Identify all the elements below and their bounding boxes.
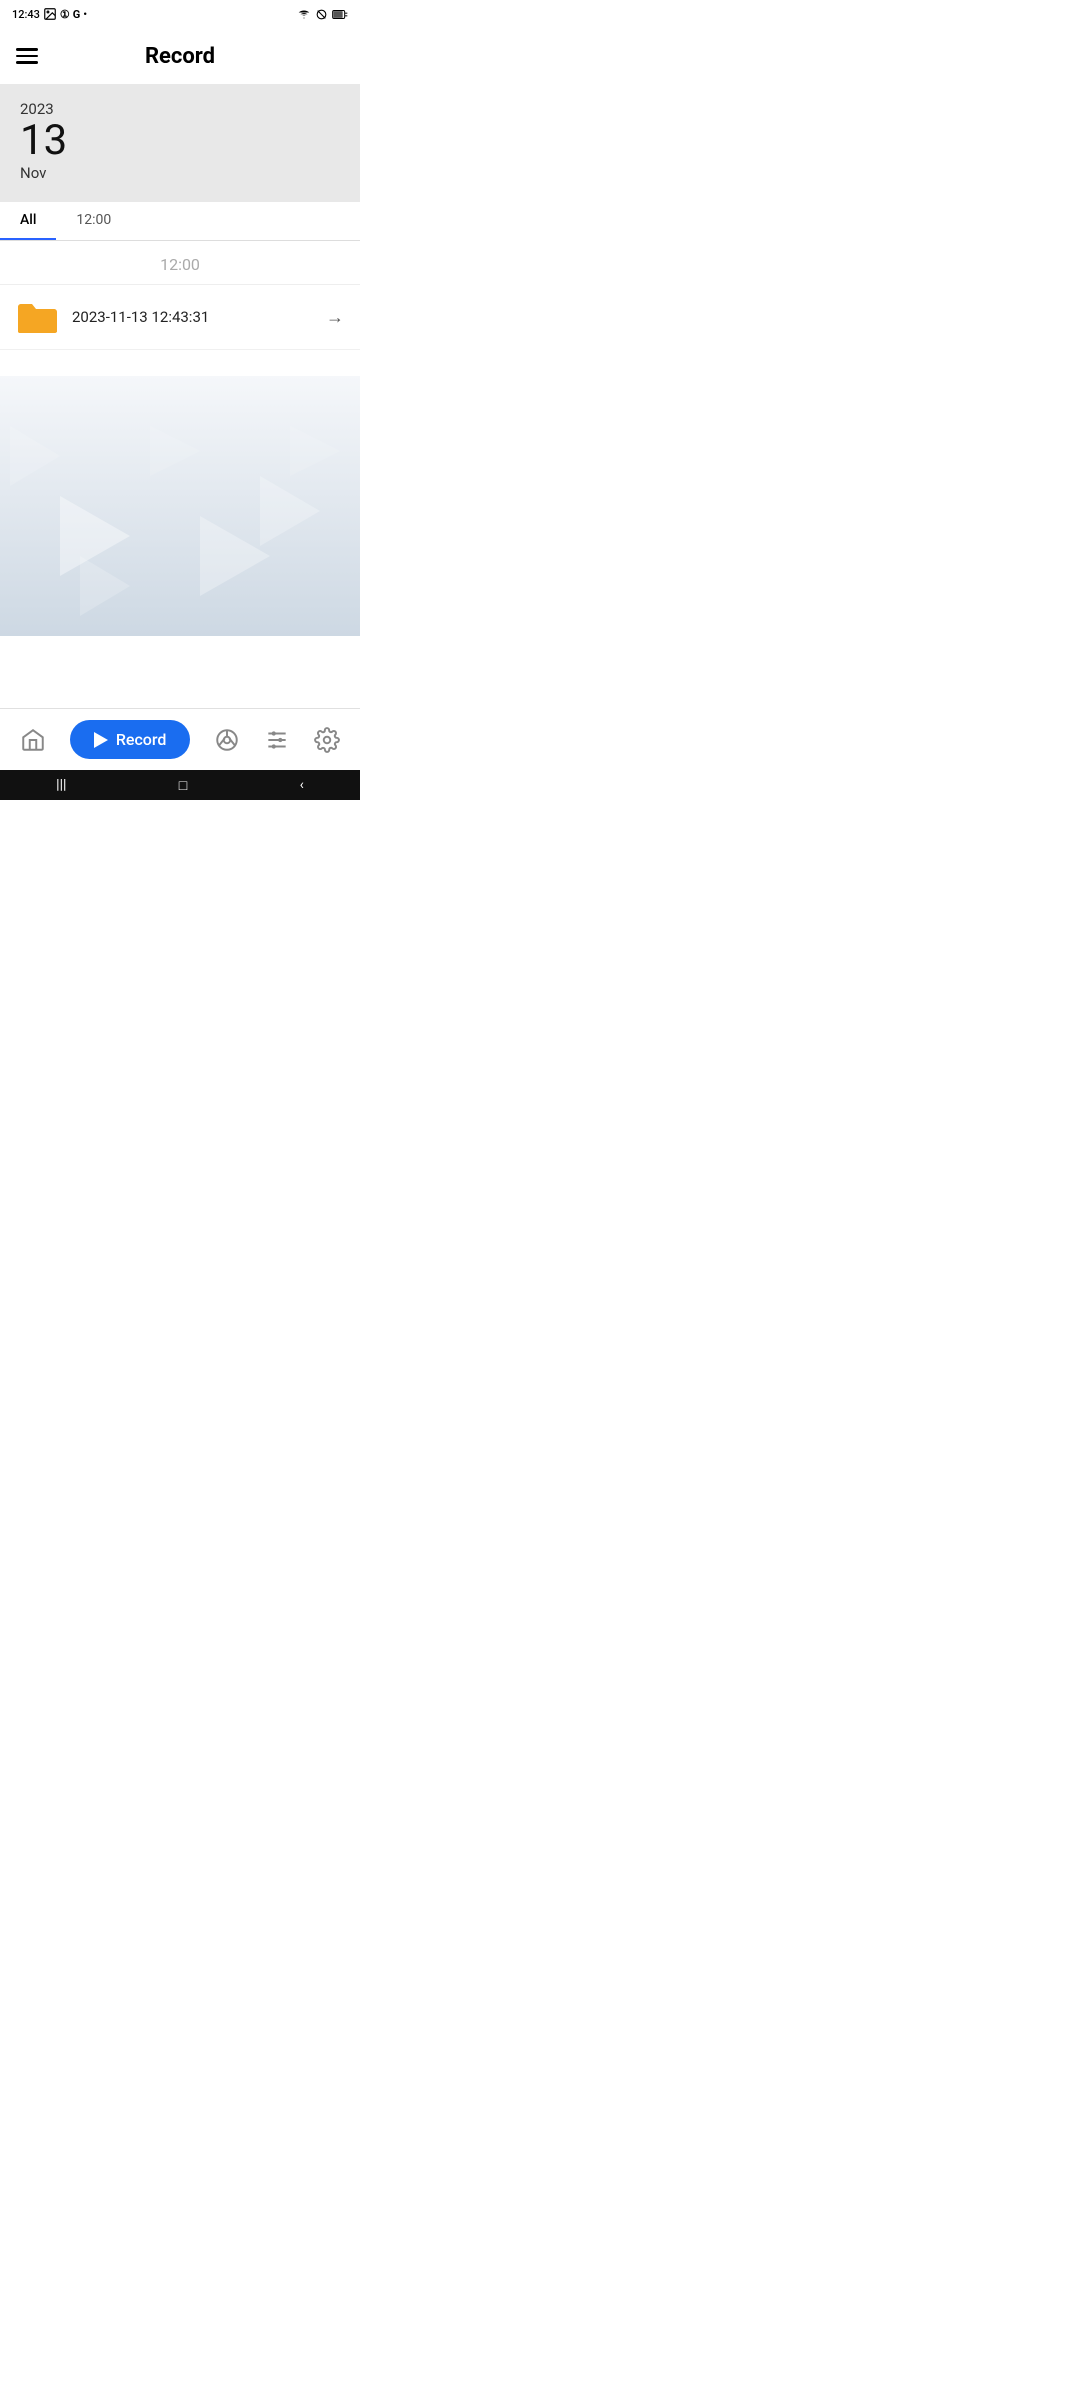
nav-home-button[interactable] <box>20 727 46 753</box>
nav-drive-button[interactable] <box>214 727 240 753</box>
date-month: Nov <box>20 164 340 182</box>
folder-icon <box>16 299 58 335</box>
tab-1200[interactable]: 12:00 <box>56 202 131 240</box>
nav-record-button[interactable]: Record <box>70 720 191 759</box>
dot-icon: • <box>83 8 87 21</box>
watermark-shapes <box>0 376 360 636</box>
wifi-icon <box>297 8 311 20</box>
tabs-bar: All 12:00 <box>0 202 360 241</box>
back-button[interactable]: ‹ <box>300 777 304 793</box>
time-group-header: 12:00 <box>0 241 360 285</box>
sim-1-icon: ① <box>60 8 70 21</box>
record-item[interactable]: 2023-11-13 12:43:31 → <box>0 285 360 350</box>
steering-wheel-icon <box>214 727 240 753</box>
date-year: 2023 <box>20 100 340 118</box>
status-right <box>297 8 348 21</box>
header: Record <box>0 28 360 84</box>
page-title: Record <box>145 44 215 69</box>
date-day: 13 <box>20 118 340 164</box>
hamburger-menu-button[interactable] <box>16 48 38 64</box>
tab-all[interactable]: All <box>0 202 56 240</box>
recents-button[interactable]: ||| <box>56 777 66 793</box>
date-section: 2023 13 Nov <box>0 84 360 202</box>
home-icon <box>20 727 46 753</box>
gear-icon <box>314 727 340 753</box>
arrow-right-icon: → <box>326 307 344 328</box>
watermark-area <box>0 376 360 636</box>
record-name: 2023-11-13 12:43:31 <box>72 308 312 326</box>
status-bar: 12:43 ① G • <box>0 0 360 28</box>
record-list: 2023-11-13 12:43:31 → <box>0 285 360 350</box>
system-nav-bar: ||| □ ‹ <box>0 770 360 800</box>
status-time: 12:43 <box>12 8 40 21</box>
photo-icon <box>43 7 57 21</box>
sliders-icon <box>264 727 290 753</box>
record-button-label: Record <box>116 730 167 749</box>
play-icon <box>94 732 108 748</box>
nav-gear-button[interactable] <box>314 727 340 753</box>
watermark-svg <box>0 376 360 636</box>
nav-settings-filter-button[interactable] <box>264 727 290 753</box>
alarm-off-icon <box>315 8 328 21</box>
content-area: 2023 13 Nov All 12:00 12:00 2023-11-13 1… <box>0 84 360 708</box>
home-button[interactable]: □ <box>179 777 187 794</box>
status-left: 12:43 ① G • <box>12 7 87 21</box>
battery-icon <box>332 9 348 20</box>
bottom-nav: Record <box>0 708 360 770</box>
g-network-icon: G <box>73 8 81 21</box>
